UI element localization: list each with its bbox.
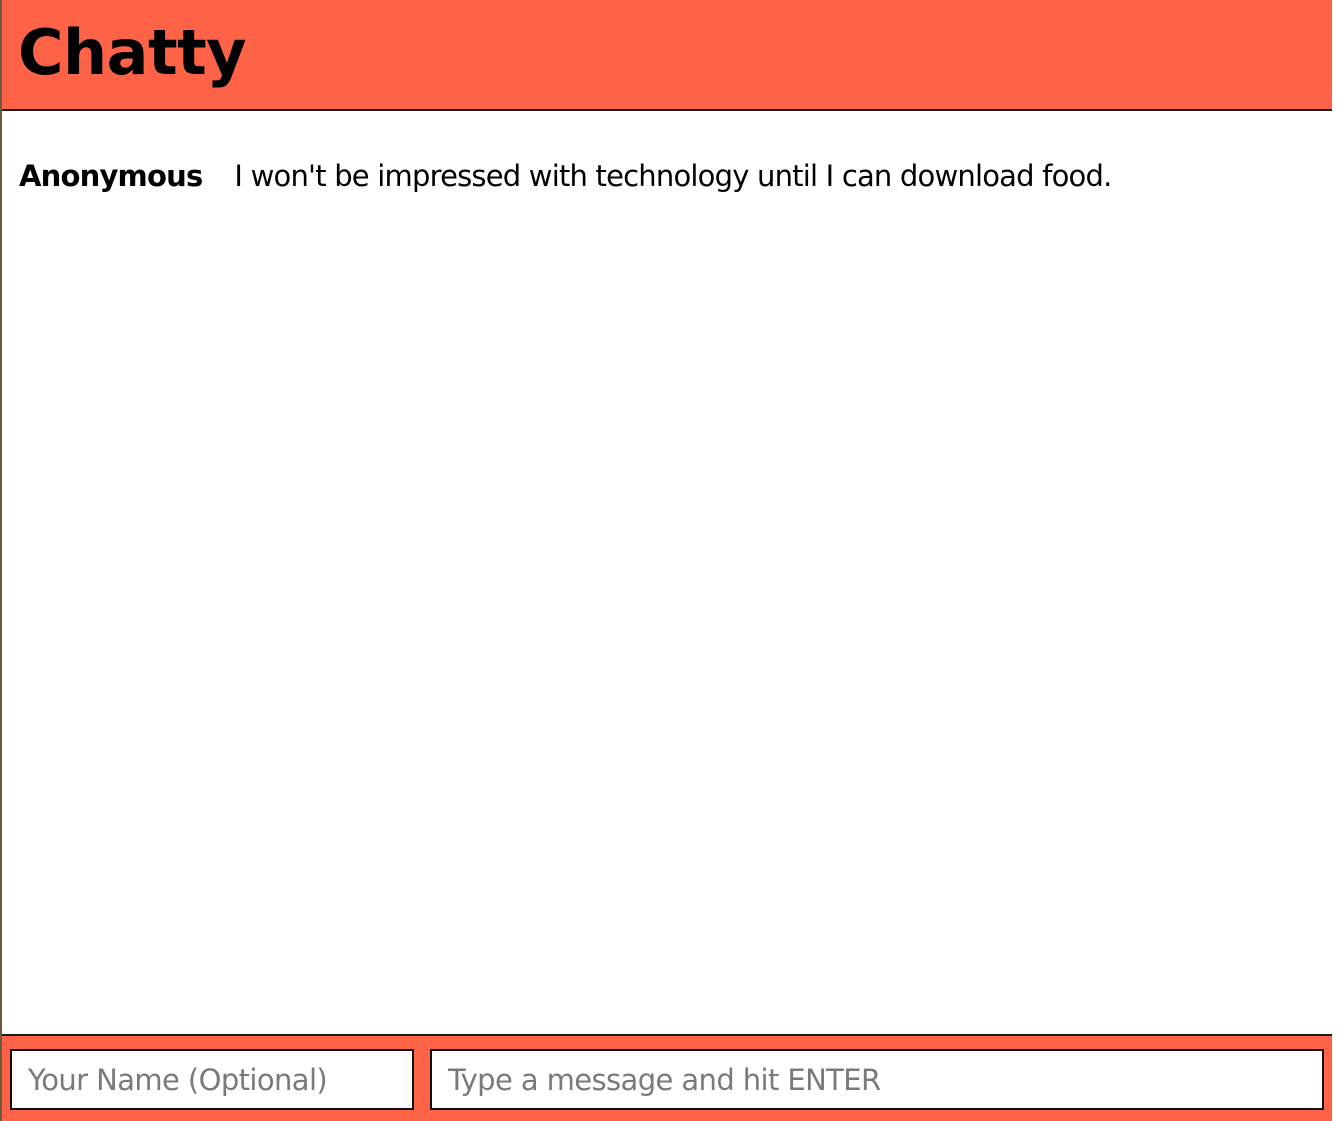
message-item: Anonymous I won't be impressed with tech… [19,159,1112,193]
message-list[interactable]: Anonymous I won't be impressed with tech… [2,111,1332,1034]
message-composer [2,1034,1332,1121]
message-author: Anonymous [19,159,203,193]
app-header: Chatty [2,0,1332,111]
name-input[interactable] [10,1049,414,1110]
app-title: Chatty [18,16,247,89]
message-input[interactable] [430,1049,1324,1110]
chat-app: Chatty Anonymous I won't be impressed wi… [0,0,1337,1121]
message-text: I won't be impressed with technology unt… [234,159,1112,193]
